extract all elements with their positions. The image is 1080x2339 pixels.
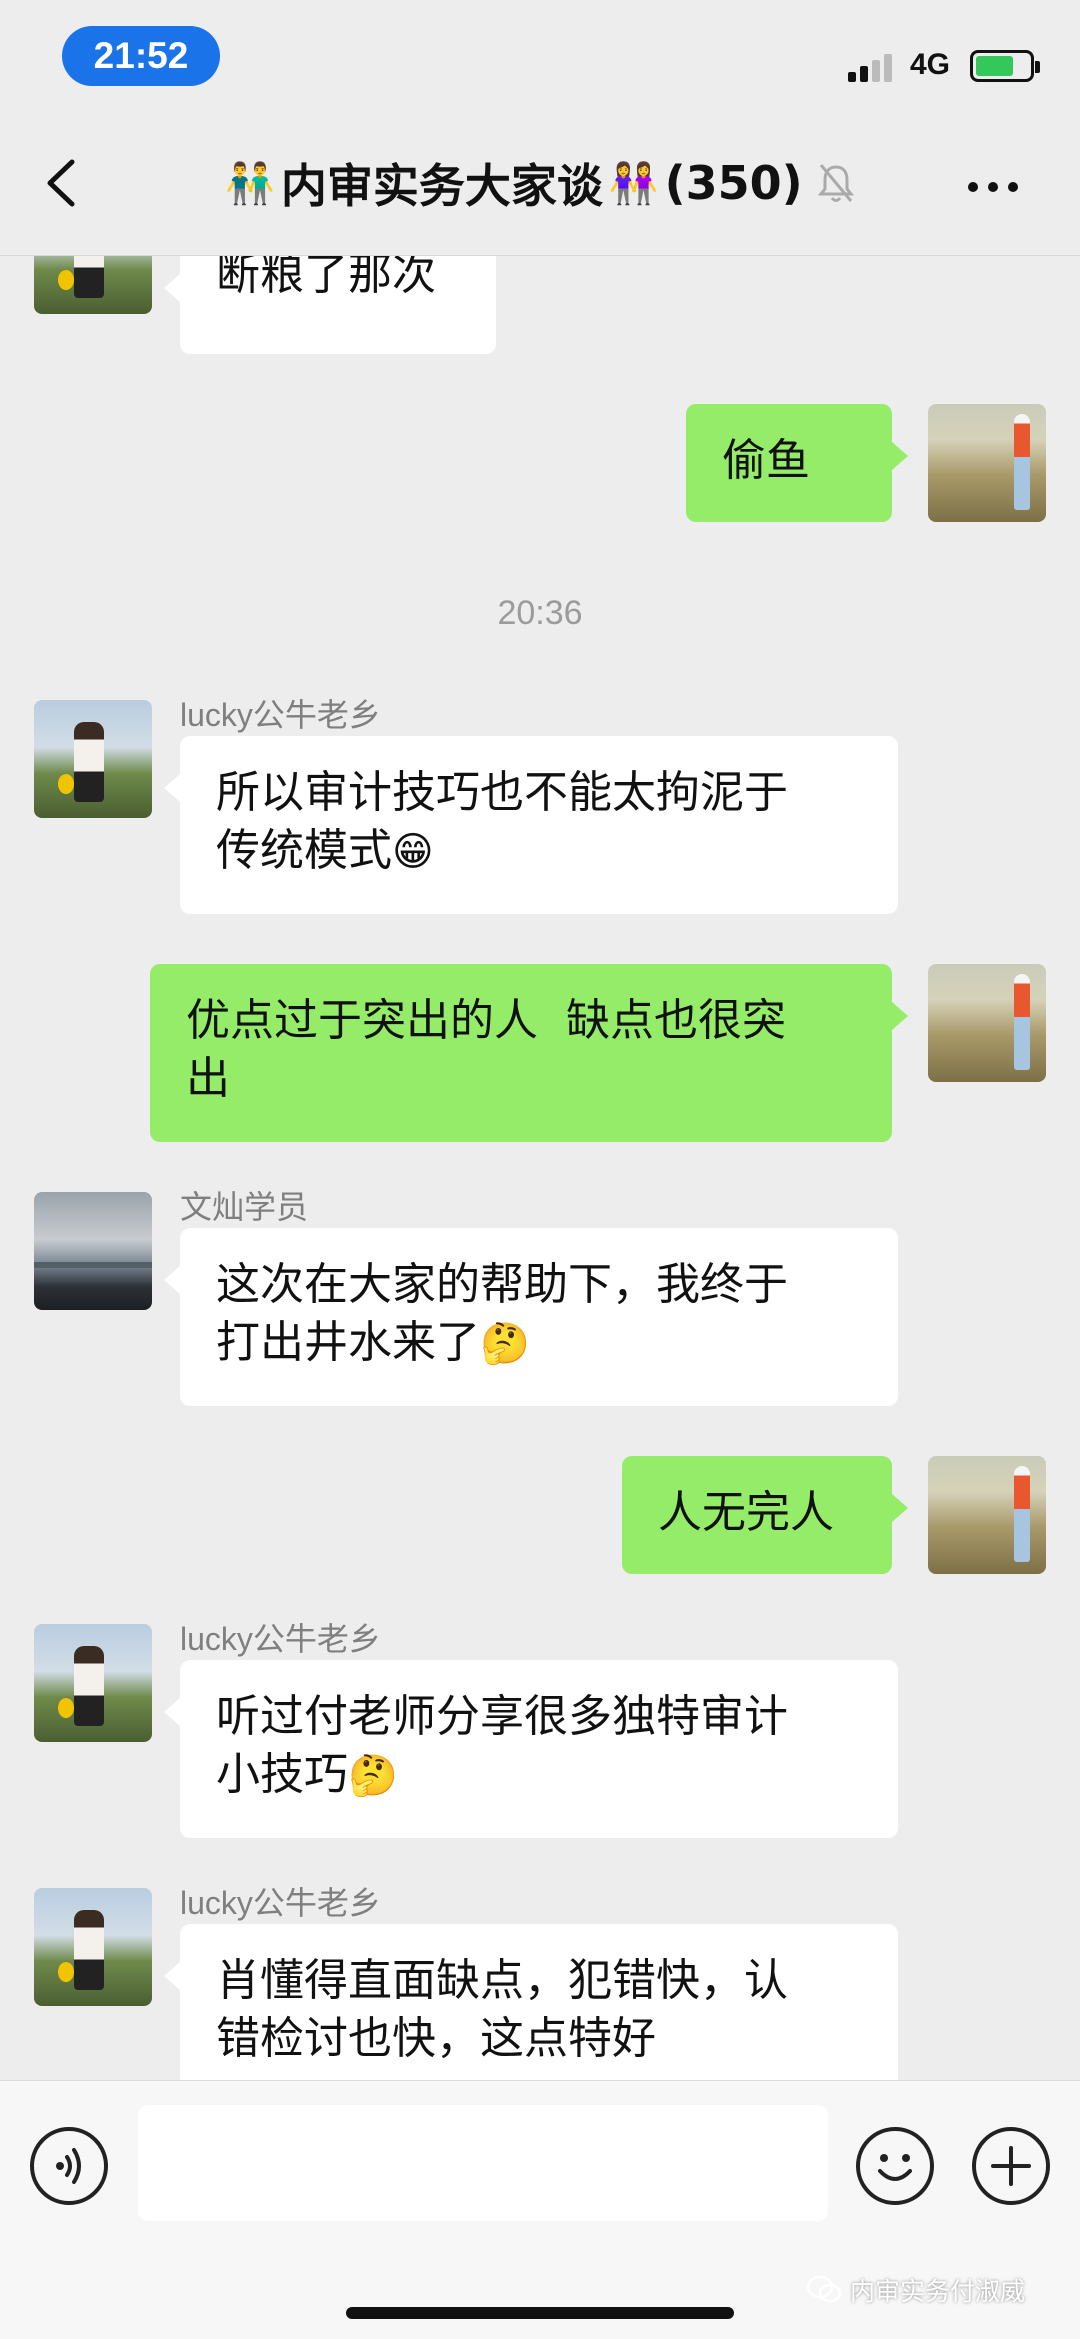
avatar[interactable] [928,1456,1046,1574]
chat-header: 👬 内审实务大家谈 👭 (350) [0,110,1080,256]
message-text: 断粮了那次 [216,256,436,300]
two-women-emoji: 👭 [608,160,659,207]
avatar[interactable] [34,1192,152,1310]
network-type: 4G [910,48,951,81]
message-text: 错检讨也快，这点特好 [216,2013,656,2064]
message-bubble[interactable]: 偷鱼 [686,404,908,522]
chevron-left-icon[interactable] [40,158,84,208]
voice-wave-icon [56,2148,81,2184]
sender-name: 文灿学员 [180,1189,309,1225]
status-bar: 21:52 4G [0,0,1080,110]
battery-icon [970,50,1040,82]
message-text: 所以审计技巧也不能太拘泥于 [216,767,788,818]
message-text: 传统模式 [216,825,392,876]
signal-icon [848,52,898,82]
sender-name: lucky公牛老乡 [180,1621,381,1657]
message-text: 这次在大家的帮助下，我终于 [216,1259,788,1310]
two-men-emoji: 👬 [225,160,275,207]
chat-title[interactable]: 👬 内审实务大家谈 👭 (350) [225,150,855,216]
wechat-logo-icon [806,2275,842,2303]
group-name: 内审实务大家谈 [280,159,603,213]
avatar[interactable] [34,700,152,818]
message-text: 肖懂得直面缺点，犯错快，认 [216,1955,788,2006]
message-bubble[interactable]: 断粮了那次 [164,256,496,354]
avatar[interactable] [34,256,152,314]
smiley-icon [878,2154,912,2181]
avatar[interactable] [34,1888,152,2006]
thinking-emoji: 🤔 [480,1321,530,1367]
message-text: 偷鱼 [722,435,810,486]
message-list[interactable]: 断粮了那次 偷鱼 20:36 lucky公牛老乡 所以审计技巧也不能太拘泥于 传… [0,256,1080,2080]
avatar[interactable] [928,964,1046,1082]
message-text: 打出井水来了 [216,1317,480,1368]
watermark: 内审实务付淑威 [806,2272,1025,2308]
sender-name: lucky公牛老乡 [180,1885,381,1921]
avatar[interactable] [928,404,1046,522]
message-text: 优点过于突出的人 缺点也很突 [186,995,786,1046]
message-text: 小技巧 [216,1749,348,1800]
message-bubble[interactable]: 人无完人 [622,1456,908,1574]
message-bubble[interactable]: 所以审计技巧也不能太拘泥于 传统模式😁 [164,736,898,914]
avatar[interactable] [34,1624,152,1742]
plus-icon [991,2146,1031,2186]
message-bubble[interactable]: 听过付老师分享很多独特审计 小技巧🤔 [164,1660,898,1838]
message-bubble[interactable]: 这次在大家的帮助下，我终于 打出井水来了🤔 [164,1228,898,1406]
message-text: 人无完人 [658,1487,834,1538]
sender-name: lucky公牛老乡 [180,697,381,733]
message-text: 出 [186,1053,230,1104]
member-count: (350) [664,156,803,210]
thinking-emoji: 🤔 [348,1753,398,1799]
timestamp: 20:36 [497,594,583,632]
bell-slash-icon [817,164,854,202]
home-indicator[interactable] [346,2307,734,2319]
emoji-button[interactable] [856,2127,934,2205]
voice-input-button[interactable] [30,2127,108,2205]
watermark-text: 内审实务付淑威 [850,2277,1026,2306]
message-input[interactable] [138,2105,828,2221]
more-functions-button[interactable] [972,2127,1050,2205]
status-time: 21:52 [62,26,220,86]
battery-level-fill [976,56,1014,76]
message-text: 听过付老师分享很多独特审计 [216,1691,788,1742]
ellipsis-icon[interactable] [968,182,1018,192]
message-bubble[interactable]: 肖懂得直面缺点，犯错快，认 错检讨也快，这点特好 [164,1924,898,2080]
message-bubble[interactable]: 优点过于突出的人 缺点也很突 出 [150,964,908,1142]
grin-emoji: 😁 [392,829,434,875]
